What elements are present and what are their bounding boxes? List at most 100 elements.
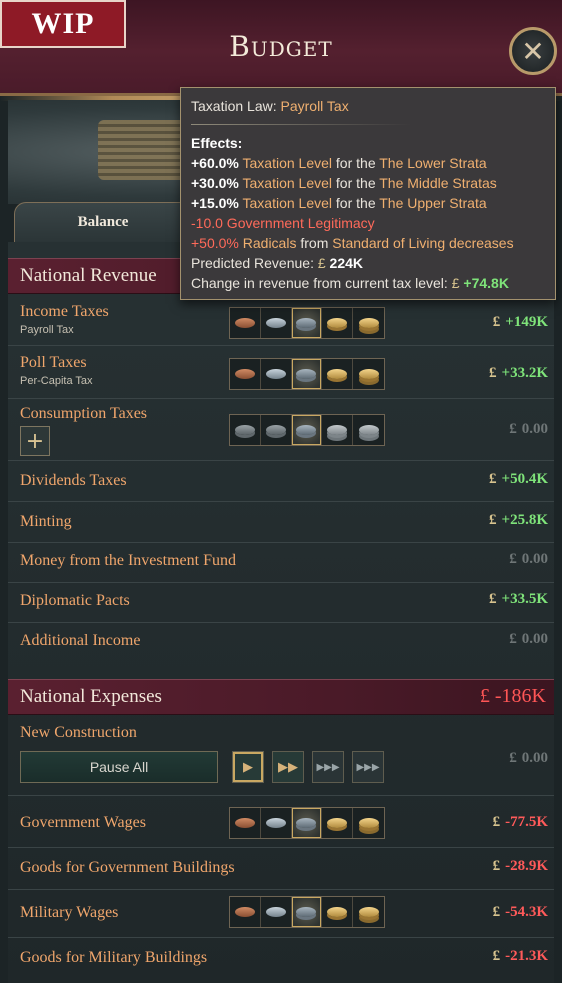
- coin-icon: [296, 369, 317, 379]
- revenue-row-minting[interactable]: Minting £ +25.8K: [8, 503, 554, 543]
- row-label: Goods for Military Buildings: [20, 949, 208, 966]
- coin-icon: [234, 425, 255, 435]
- revenue-row-diplomatic-pacts[interactable]: Diplomatic Pacts £ +33.5K: [8, 583, 554, 623]
- row-amount: £0.00: [509, 631, 548, 647]
- pause-all-button[interactable]: Pause All: [20, 751, 218, 783]
- tooltip-divider: [191, 124, 411, 125]
- wage-level-very-low[interactable]: [230, 808, 261, 838]
- row-amount: £ +33.2K: [489, 365, 548, 381]
- coin-icon: [327, 907, 348, 917]
- row-amount: £ +50.4K: [489, 471, 548, 487]
- row-amount: £ -77.5K: [492, 814, 548, 830]
- tooltip-predicted-revenue: Predicted Revenue: £ 224K: [191, 255, 364, 271]
- row-amount: £0.00: [509, 421, 548, 437]
- revenue-row-income-taxes[interactable]: Income Taxes Payroll Tax £ +149K: [8, 296, 554, 346]
- wage-level-very-high[interactable]: [353, 808, 384, 838]
- play-icon: ▶: [243, 759, 253, 775]
- tax-level-low[interactable]: [261, 359, 292, 389]
- speed-2-button[interactable]: ▶▶: [272, 751, 304, 783]
- coin-icon: [296, 425, 317, 435]
- tax-level-very-low[interactable]: [230, 415, 261, 445]
- speed-3-button[interactable]: ▶▶▶: [312, 751, 344, 783]
- expense-row-government-wages[interactable]: Government Wages £ -77.5K: [8, 800, 554, 848]
- expenses-title: National Expenses: [20, 686, 162, 707]
- coin-icon: [327, 818, 348, 828]
- tax-level-high[interactable]: [322, 308, 354, 338]
- row-label: Dividends Taxes: [20, 472, 127, 489]
- tax-level-medium[interactable]: [291, 308, 323, 338]
- expense-row-new-construction[interactable]: New Construction Pause All ▶ ▶▶ ▶▶▶ ▶▶▶ …: [8, 718, 554, 796]
- coin-icon: [327, 369, 348, 379]
- tax-level-low[interactable]: [261, 415, 292, 445]
- row-label: Government Wages: [20, 814, 146, 831]
- tax-level-very-high[interactable]: [353, 308, 384, 338]
- coin-icon: [327, 425, 348, 435]
- coin-icon: [265, 425, 286, 435]
- tax-level-very-high[interactable]: [353, 359, 384, 389]
- tax-level-selector[interactable]: [229, 414, 385, 446]
- wage-level-very-low[interactable]: [230, 897, 261, 927]
- revenue-row-poll-taxes[interactable]: Poll Taxes Per-Capita Tax £ +33.2K: [8, 347, 554, 399]
- coin-icon: [327, 318, 348, 328]
- expense-row-military-goods[interactable]: Goods for Military Buildings £ -21.3K: [8, 938, 554, 983]
- revenue-row-investment-fund[interactable]: Money from the Investment Fund £0.00: [8, 543, 554, 583]
- tax-level-very-low[interactable]: [230, 359, 261, 389]
- tooltip-law-line: Taxation Law: Payroll Tax: [191, 98, 349, 114]
- tax-level-very-high[interactable]: [353, 415, 384, 445]
- wage-level-selector[interactable]: [229, 807, 385, 839]
- tax-level-low[interactable]: [261, 308, 292, 338]
- tax-level-high[interactable]: [322, 359, 354, 389]
- coin-icon: [234, 818, 255, 828]
- wage-level-selector[interactable]: [229, 896, 385, 928]
- expenses-header: National Expenses £ -186K: [8, 679, 554, 715]
- tab-balance[interactable]: Balance: [14, 202, 192, 242]
- coin-icon: [234, 907, 255, 917]
- close-button[interactable]: ✕: [509, 27, 557, 75]
- tooltip-effect-middle-strata: +30.0% Taxation Level for the The Middle…: [191, 175, 497, 191]
- row-amount: £ -28.9K: [492, 858, 548, 874]
- expense-row-government-goods[interactable]: Goods for Government Buildings £ -28.9K: [8, 848, 554, 890]
- add-tax-button[interactable]: +: [20, 426, 50, 456]
- tax-level-selector[interactable]: [229, 307, 385, 339]
- revenue-row-consumption-taxes[interactable]: Consumption Taxes + £0.00: [8, 400, 554, 461]
- row-sublabel: Payroll Tax: [20, 324, 74, 336]
- wage-level-low[interactable]: [261, 808, 292, 838]
- wage-level-very-high[interactable]: [353, 897, 384, 927]
- coin-icon: [296, 818, 317, 828]
- tooltip-effect-legitimacy: -10.0 Government Legitimacy: [191, 215, 375, 231]
- row-label: Diplomatic Pacts: [20, 592, 130, 609]
- tax-level-high[interactable]: [322, 415, 354, 445]
- fast-forward-icon: ▶▶: [278, 759, 298, 775]
- tax-level-medium[interactable]: [291, 359, 323, 389]
- speed-1-button[interactable]: ▶: [232, 751, 264, 783]
- wage-level-high[interactable]: [322, 808, 354, 838]
- wage-level-medium[interactable]: [291, 808, 323, 838]
- coin-icon: [234, 369, 255, 379]
- row-label: New Construction: [20, 724, 137, 741]
- row-label: Goods for Government Buildings: [20, 859, 235, 876]
- speed-4-button[interactable]: ▶▶▶: [352, 751, 384, 783]
- coin-icon: [265, 818, 286, 828]
- tax-level-selector[interactable]: [229, 358, 385, 390]
- row-amount: £ +33.5K: [489, 591, 548, 607]
- row-amount: £ +25.8K: [489, 512, 548, 528]
- coin-icon: [358, 369, 379, 379]
- wage-level-high[interactable]: [322, 897, 354, 927]
- tooltip-effects-label: Effects:: [191, 135, 243, 151]
- wage-level-low[interactable]: [261, 897, 292, 927]
- tooltip-revenue-change: Change in revenue from current tax level…: [191, 275, 509, 291]
- coin-icon: [234, 318, 255, 328]
- expense-row-military-wages[interactable]: Military Wages £ -54.3K: [8, 890, 554, 938]
- plus-icon: +: [25, 428, 45, 454]
- window-title: Budget: [229, 30, 333, 63]
- revenue-row-dividends-taxes[interactable]: Dividends Taxes £ +50.4K: [8, 462, 554, 502]
- tax-level-very-low[interactable]: [230, 308, 261, 338]
- faster-forward-icon: ▶▶▶: [316, 761, 340, 773]
- row-label: Consumption Taxes: [20, 405, 148, 422]
- wage-level-medium[interactable]: [291, 897, 323, 927]
- revenue-title: National Revenue: [20, 265, 157, 286]
- row-amount: £ -21.3K: [492, 948, 548, 964]
- row-label: Poll Taxes: [20, 354, 87, 371]
- revenue-row-additional-income[interactable]: Additional Income £0.00: [8, 623, 554, 663]
- tax-level-medium[interactable]: [291, 415, 323, 445]
